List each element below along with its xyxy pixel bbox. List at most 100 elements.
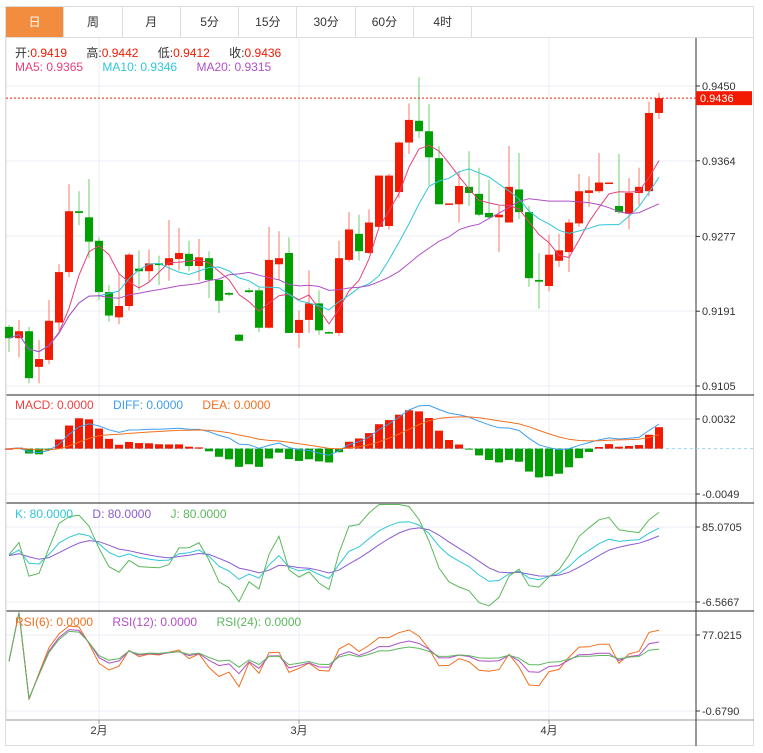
candle-body xyxy=(325,332,333,334)
candle xyxy=(175,227,183,271)
macd-bar xyxy=(205,448,213,452)
candle xyxy=(555,233,563,267)
candle-body xyxy=(215,279,223,301)
macd-bar xyxy=(215,448,223,457)
price-tick-label: 0.9364 xyxy=(702,156,736,168)
rsi-legend: RSI(6): 0.0000 RSI(12): 0.0000 RSI(24): … xyxy=(15,615,305,629)
candle xyxy=(205,251,213,299)
candle xyxy=(85,179,93,259)
macd-bar xyxy=(595,447,603,449)
candle-body xyxy=(335,258,343,333)
candle xyxy=(165,219,173,281)
price-tick-label: 0.9191 xyxy=(702,306,736,318)
candle xyxy=(625,178,633,230)
candle xyxy=(615,153,623,214)
rsi-tick-label: 77.0215 xyxy=(702,630,742,642)
candle xyxy=(215,279,223,313)
candle xyxy=(325,331,333,334)
last-price-label: 0.9436 xyxy=(700,93,734,105)
candle xyxy=(365,209,373,254)
candle-body xyxy=(575,191,583,224)
candle xyxy=(355,214,363,261)
macd-bar xyxy=(555,448,563,474)
macd-tick-label: 0.0032 xyxy=(702,414,736,426)
candle-body xyxy=(385,175,393,226)
macd-bar xyxy=(255,448,263,467)
candle-body xyxy=(595,182,603,192)
high-value: 0.9442 xyxy=(101,46,139,60)
macd-bar xyxy=(525,448,533,472)
candle-body xyxy=(195,257,203,266)
kdj-tick-label: 85.0705 xyxy=(702,522,742,534)
low-label: 低: xyxy=(157,46,174,60)
candle-body xyxy=(125,254,133,306)
macd-bar xyxy=(285,448,293,460)
candle xyxy=(635,167,643,206)
d-line xyxy=(8,527,660,577)
close-value: 0.9436 xyxy=(244,46,282,60)
ma5-value: MA5: 0.9365 xyxy=(15,60,84,74)
candle-body xyxy=(355,233,363,252)
macd-bar xyxy=(155,444,163,449)
candle-body xyxy=(205,258,213,280)
candle-body xyxy=(185,253,193,266)
macd-bar xyxy=(275,448,283,453)
candle-body xyxy=(55,272,63,323)
kline-chart[interactable]: 0.94500.93640.92770.91910.91050.0032-0.0… xyxy=(0,0,763,753)
candle xyxy=(395,141,403,199)
macd-bar xyxy=(625,446,633,449)
ma5-line xyxy=(8,144,660,353)
candle-body xyxy=(235,334,243,341)
ma-legend: MA5: 0.9365 MA10: 0.9346 MA20: 0.9315 xyxy=(15,60,275,74)
macd-bar xyxy=(465,448,473,450)
macd-bar xyxy=(495,448,503,463)
candle-body xyxy=(75,211,83,213)
candle xyxy=(385,173,393,230)
candle xyxy=(95,237,103,300)
ma20-line xyxy=(8,198,660,353)
open-value: 0.9419 xyxy=(30,46,68,60)
candle xyxy=(45,299,53,365)
candle-body xyxy=(245,290,253,293)
k-value: K: 80.0000 xyxy=(15,507,74,521)
candle xyxy=(485,179,493,220)
candle xyxy=(225,292,233,297)
candle xyxy=(255,287,263,333)
candle-body xyxy=(505,186,513,223)
rsi-tick-label: -0.6790 xyxy=(702,706,739,718)
rsi6-value: RSI(6): 0.0000 xyxy=(15,615,94,629)
candle xyxy=(605,182,613,185)
macd-value: MACD: 0.0000 xyxy=(15,398,94,412)
high-label: 高: xyxy=(86,46,102,60)
candle xyxy=(75,191,83,226)
candle xyxy=(275,231,283,280)
candle-body xyxy=(445,203,453,205)
open-label: 开: xyxy=(15,46,31,60)
macd-bar xyxy=(105,438,113,449)
macd-bar xyxy=(435,430,443,449)
candle-body xyxy=(535,279,543,282)
macd-bar xyxy=(125,441,133,449)
x-tick-label: 2月 xyxy=(90,725,107,737)
macd-bar xyxy=(115,444,123,449)
macd-bar xyxy=(455,444,463,449)
d-value: D: 80.0000 xyxy=(92,507,152,521)
macd-bar xyxy=(565,448,573,468)
price-tick-label: 0.9277 xyxy=(702,231,736,243)
macd-bar xyxy=(615,446,623,449)
candle xyxy=(565,219,573,273)
macd-bar xyxy=(535,448,543,478)
macd-bar xyxy=(75,418,83,449)
candle xyxy=(375,175,383,228)
candle-body xyxy=(35,359,43,367)
x-tick-label: 4月 xyxy=(540,725,557,737)
macd-bar xyxy=(445,440,453,449)
candle-body xyxy=(455,186,463,205)
candle-body xyxy=(655,98,663,113)
candle-body xyxy=(305,303,313,320)
candle-body xyxy=(175,252,183,260)
candle-body xyxy=(405,119,413,143)
macd-bar xyxy=(145,443,153,449)
macd-bar xyxy=(515,448,523,462)
low-value: 0.9412 xyxy=(173,46,210,60)
